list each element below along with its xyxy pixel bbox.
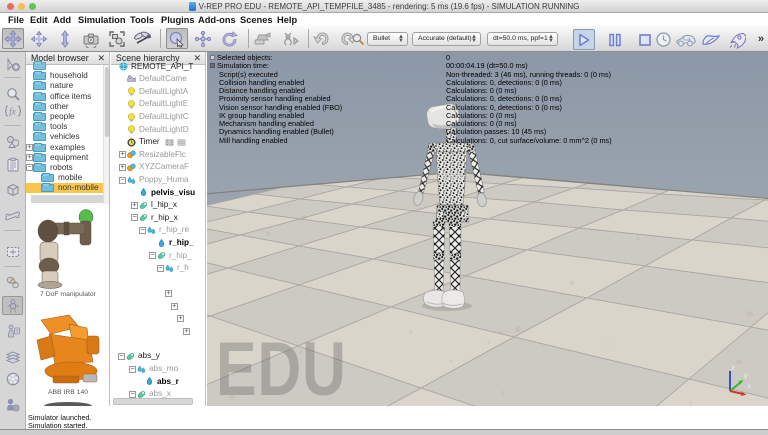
svg-text:y: y: [744, 373, 748, 380]
svg-text:x: x: [748, 384, 752, 391]
svg-text:fx: fx: [9, 106, 16, 116]
svg-text:z: z: [732, 365, 736, 372]
